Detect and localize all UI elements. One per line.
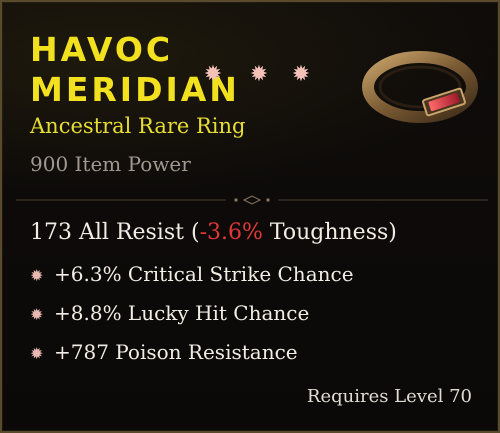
main-stat: 173 All Resist (-3.6% Toughness)	[30, 220, 397, 245]
level-requirement: Requires Level 70	[306, 386, 472, 407]
main-stat-label: 173 All Resist (	[30, 220, 200, 245]
affix-row: ✹ +6.3% Critical Strike Chance	[30, 262, 354, 288]
affix-row: ✹ +8.8% Lucky Hit Chance	[30, 301, 309, 327]
affix-row: ✹ +787 Poison Resistance	[30, 340, 298, 366]
affix-text: +6.3% Critical Strike Chance	[54, 262, 354, 286]
affix-bullet-icon: ✹	[30, 305, 44, 324]
affix-bullet-icon: ✹	[30, 266, 44, 285]
affix-bullet-icon: ✹	[30, 344, 44, 363]
affix-text: +787 Poison Resistance	[54, 340, 298, 364]
ring-icon	[362, 51, 478, 123]
main-stat-suffix: Toughness)	[262, 220, 397, 245]
item-power: 900 Item Power	[30, 152, 191, 176]
star-icon: ✹	[203, 62, 223, 87]
affix-text: +8.8% Lucky Hit Chance	[54, 301, 310, 325]
star-icon: ✹	[249, 62, 269, 87]
item-tooltip: Havoc Meridian ✹ ✹ ✹ Ancestral Rare Ring…	[0, 0, 500, 433]
toughness-delta: -3.6%	[199, 220, 263, 245]
item-type: Ancestral Rare Ring	[30, 114, 246, 138]
divider	[16, 195, 488, 205]
star-icon: ✹	[291, 62, 311, 87]
